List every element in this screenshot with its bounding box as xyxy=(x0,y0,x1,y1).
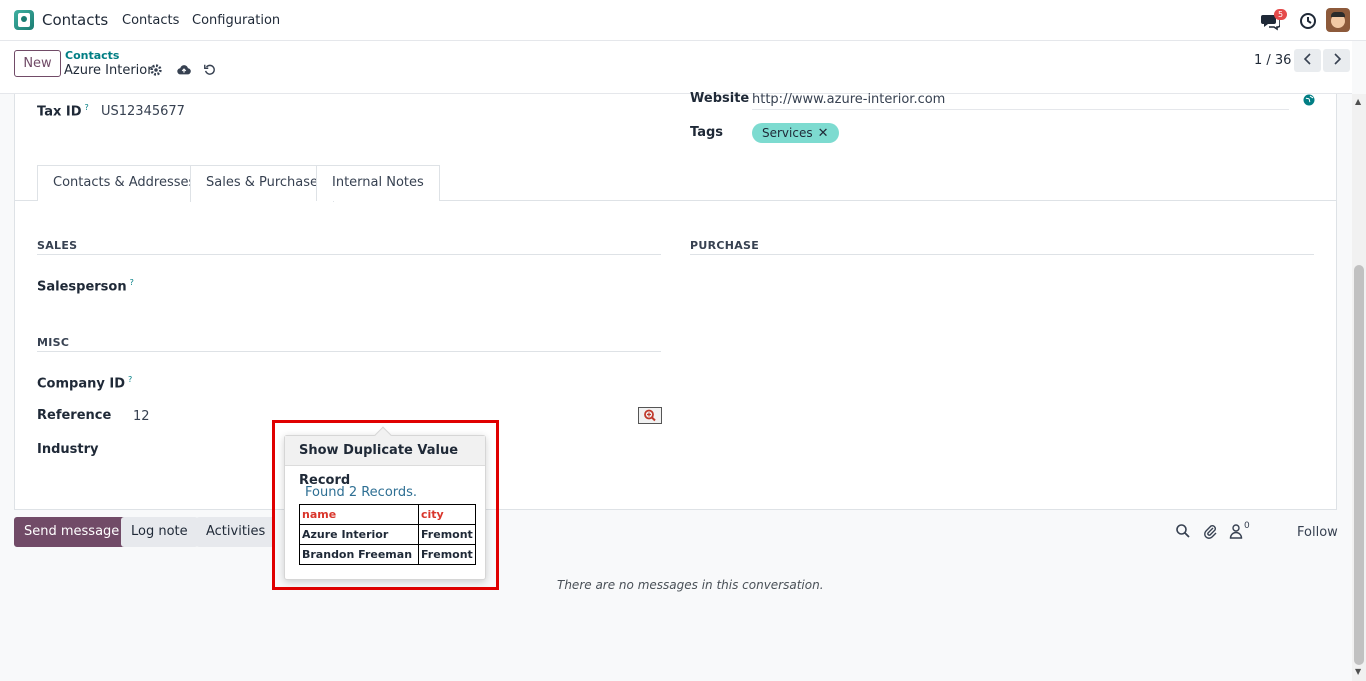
column-header-city: city xyxy=(418,504,476,525)
sales-section-title: SALES xyxy=(37,239,78,252)
send-message-button[interactable]: Send message xyxy=(14,517,130,547)
tax-id-help-icon[interactable]: ? xyxy=(85,103,89,112)
follow-button[interactable]: Follow xyxy=(1297,525,1338,540)
duplicate-records-table: name city Azure Interior Fremont Brandon… xyxy=(299,504,476,565)
cloud-save-icon[interactable] xyxy=(177,63,191,77)
found-records-text: Found 2 Records. xyxy=(305,485,418,500)
pager-next-button[interactable] xyxy=(1323,49,1350,72)
table-row[interactable]: Azure Interior Fremont xyxy=(299,524,476,545)
zoom-search-icon xyxy=(644,409,656,422)
contacts-app-icon[interactable] xyxy=(14,10,34,30)
company-id-label: Company ID? xyxy=(37,375,133,392)
pager-value[interactable]: 1 / 36 xyxy=(1254,53,1291,68)
followers-icon[interactable] xyxy=(1228,523,1244,539)
follower-count: 0 xyxy=(1244,521,1250,531)
discard-icon[interactable] xyxy=(203,63,217,77)
activities-button[interactable]: Activities xyxy=(196,517,276,547)
chevron-left-icon xyxy=(1303,53,1311,65)
notebook-tabs: Contacts & Addresses Sales & Purchase In… xyxy=(15,165,1336,202)
new-button[interactable]: New xyxy=(14,50,61,77)
chevron-right-icon xyxy=(1333,53,1341,65)
company-id-help-icon[interactable]: ? xyxy=(128,375,132,384)
user-avatar[interactable] xyxy=(1326,8,1350,32)
cell-name: Brandon Freeman xyxy=(299,544,419,565)
table-header-row: name city xyxy=(299,504,476,525)
misc-section-divider xyxy=(37,351,661,352)
remove-tag-icon[interactable]: ✕ xyxy=(818,126,829,141)
breadcrumb-current-record: Azure Interior xyxy=(64,63,153,78)
menu-configuration[interactable]: Configuration xyxy=(192,13,280,28)
breadcrumb-contacts-link[interactable]: Contacts xyxy=(65,49,119,62)
form-sheet: Tax ID? US12345677 Website http://www.az… xyxy=(14,91,1337,510)
website-underline xyxy=(752,109,1289,110)
salesperson-label: Salesperson? xyxy=(37,278,134,295)
pager-previous-button[interactable] xyxy=(1294,49,1321,72)
cell-city: Fremont xyxy=(418,524,476,545)
tax-id-label: Tax ID? xyxy=(37,103,89,120)
tab-contacts-addresses[interactable]: Contacts & Addresses xyxy=(37,165,212,201)
scroll-up-arrow-icon[interactable]: ▲ xyxy=(1355,98,1363,106)
page-scrollbar[interactable]: ▲ ▼ xyxy=(1352,94,1366,681)
empty-conversation-text: There are no messages in this conversati… xyxy=(557,578,824,592)
control-panel: New Contacts Azure Interior 1 / 36 xyxy=(0,41,1352,94)
website-field[interactable]: http://www.azure-interior.com xyxy=(752,92,945,107)
log-note-button[interactable]: Log note xyxy=(121,517,198,547)
clock-icon[interactable] xyxy=(1298,11,1318,31)
gear-icon[interactable] xyxy=(149,63,163,77)
reference-field[interactable]: 12 xyxy=(133,409,150,424)
show-duplicates-button[interactable] xyxy=(638,407,662,424)
tax-id-field[interactable]: US12345677 xyxy=(101,104,185,119)
column-header-name: name xyxy=(299,504,419,525)
tab-internal-notes[interactable]: Internal Notes xyxy=(316,165,440,201)
tags-label: Tags xyxy=(690,125,724,140)
paperclip-icon[interactable] xyxy=(1202,523,1218,539)
tag-services[interactable]: Services ✕ xyxy=(752,123,839,143)
top-navbar: Contacts Contacts Configuration 5 xyxy=(0,0,1366,41)
table-row[interactable]: Brandon Freeman Fremont xyxy=(299,544,476,565)
reference-label: Reference xyxy=(37,408,112,423)
popover-title: Show Duplicate Value Record xyxy=(285,436,485,488)
industry-label: Industry xyxy=(37,442,99,457)
cell-city: Fremont xyxy=(418,544,476,565)
cell-name: Azure Interior xyxy=(299,524,419,545)
misc-section-title: MISC xyxy=(37,336,70,349)
search-icon[interactable] xyxy=(1175,523,1191,539)
salesperson-help-icon[interactable]: ? xyxy=(130,278,134,287)
scroll-down-arrow-icon[interactable]: ▼ xyxy=(1355,668,1363,676)
tab-sales-purchase[interactable]: Sales & Purchase xyxy=(190,165,335,202)
website-label: Website xyxy=(690,91,750,106)
duplicate-records-popover: Show Duplicate Value Record Found 2 Reco… xyxy=(284,426,486,580)
app-name[interactable]: Contacts xyxy=(42,11,108,29)
menu-contacts[interactable]: Contacts xyxy=(122,13,179,28)
purchase-section-title: PURCHASE xyxy=(690,239,760,252)
message-count-badge: 5 xyxy=(1274,9,1288,20)
purchase-section-divider xyxy=(690,254,1314,255)
sales-section-divider xyxy=(37,254,661,255)
scrollbar-thumb[interactable] xyxy=(1354,265,1364,665)
globe-icon[interactable] xyxy=(1303,94,1315,106)
